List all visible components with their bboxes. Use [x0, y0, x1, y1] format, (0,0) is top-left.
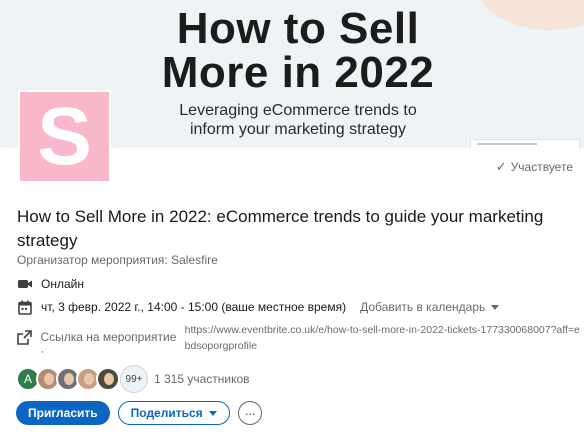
organizer-logo[interactable]: S: [18, 90, 111, 183]
banner-title-line1: How to Sell: [176, 4, 420, 53]
attendees-row[interactable]: A 99+ 1 315 участников: [16, 365, 250, 393]
event-link-label: Ссылка на мероприятие ·: [40, 330, 177, 358]
organizer-name-link[interactable]: Salesfire: [171, 253, 218, 267]
more-attendees-badge: 99+: [120, 365, 148, 393]
attendee-count[interactable]: 1 315 участников: [154, 372, 250, 386]
logo-letter: S: [37, 91, 92, 182]
event-date-row: чт, 3 февр. 2022 г., 14:00 - 15:00 (ваше…: [17, 299, 500, 315]
attending-label: Участвуете: [510, 160, 573, 174]
attending-status: ✓ Участвуете: [496, 159, 573, 175]
event-actions: Пригласить Поделиться ···: [16, 401, 262, 425]
add-to-calendar-button[interactable]: Добавить в календарь: [360, 300, 500, 314]
video-camera-icon: [17, 276, 33, 292]
share-button[interactable]: Поделиться: [117, 401, 230, 425]
avatar: [96, 367, 120, 391]
event-link-url[interactable]: https://www.eventbrite.co.uk/e/how-to-se…: [185, 322, 584, 354]
external-link-icon: [17, 329, 33, 345]
event-link-row: Ссылка на мероприятие · https://www.even…: [17, 322, 584, 358]
event-format-row: Онлайн: [17, 276, 84, 292]
event-format: Онлайн: [41, 277, 84, 291]
organizer-line: Организатор мероприятия: Salesfire: [17, 253, 218, 267]
checkmark-icon: ✓: [495, 159, 507, 174]
avatar-initial: A: [23, 372, 32, 386]
organizer-prefix: Организатор мероприятия:: [17, 253, 168, 267]
chevron-down-icon: [491, 304, 500, 310]
more-options-button[interactable]: ···: [237, 401, 262, 425]
calendar-icon: [17, 299, 33, 315]
invite-button[interactable]: Пригласить: [16, 401, 110, 425]
share-label: Поделиться: [130, 406, 203, 420]
chevron-down-icon: [208, 410, 217, 416]
event-title: How to Sell More in 2022: eCommerce tren…: [17, 207, 544, 250]
add-to-calendar-label: Добавить в календарь: [360, 300, 486, 314]
event-datetime: чт, 3 февр. 2022 г., 14:00 - 15:00 (ваше…: [41, 300, 347, 314]
banner-thumbnail: [470, 139, 580, 148]
